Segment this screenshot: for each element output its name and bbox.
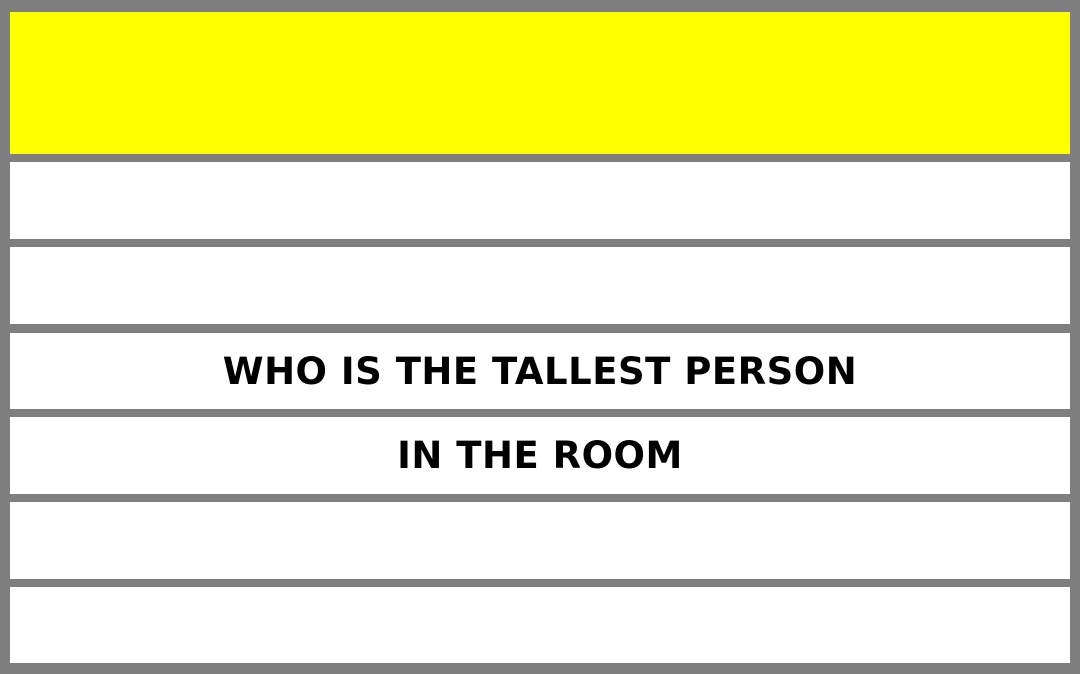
card-line-3: WHO IS THE TALLEST PERSON [10,333,1070,409]
card-line-5 [10,502,1070,579]
header-band [10,12,1070,154]
card-line-4: IN THE ROOM [10,417,1070,494]
card-line-1 [10,162,1070,239]
card-line-6 [10,587,1070,663]
card-line-2 [10,247,1070,324]
question-card: WHO IS THE TALLEST PERSON IN THE ROOM [0,0,1080,674]
